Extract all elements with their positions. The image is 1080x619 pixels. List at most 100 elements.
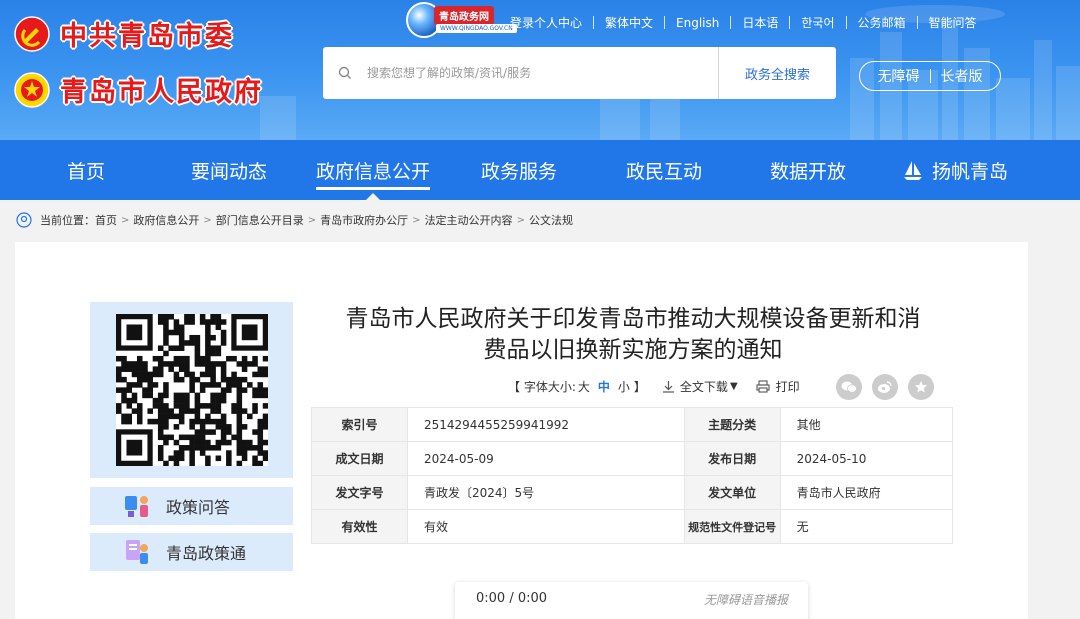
- chevron-right-icon: >: [412, 214, 421, 226]
- meta-key: 发文字号: [311, 475, 408, 510]
- wechat-share-icon[interactable]: [836, 374, 862, 400]
- chevron-right-icon: >: [307, 214, 317, 226]
- meta-value: 2024-05-09: [407, 441, 685, 476]
- nav-label: 扬帆青岛: [932, 160, 1009, 183]
- document-tools: 【 字体大小: 大 中 小 】 全文下载 ▼ 打印: [508, 378, 800, 395]
- breadcrumb-item[interactable]: 青岛市政府办公厅: [320, 212, 408, 228]
- location-icon: [16, 212, 32, 228]
- nav-label: 数据开放: [770, 160, 847, 183]
- meta-key: 发文单位: [683, 475, 781, 510]
- meta-key: 规范性文件登记号: [683, 509, 781, 544]
- meta-value: 2024-05-10: [779, 441, 954, 476]
- breadcrumb-item[interactable]: 公文法规: [529, 212, 573, 228]
- document-title-line: 青岛市人民政府关于印发青岛市推动大规模设备更新和消: [345, 306, 921, 332]
- meta-value: 无: [779, 509, 954, 544]
- print-button[interactable]: 打印: [756, 378, 800, 395]
- elder-mode-button[interactable]: 长者版: [941, 66, 983, 86]
- site-badge[interactable]: 青岛政务网 WWW.QINGDAO.GOV.CN: [406, 2, 517, 38]
- main-nav: 首页 要闻动态 政府信息公开 政务服务 政民互动 数据开放 扬帆青岛: [0, 140, 1080, 200]
- top-links: 登录个人中心 繁体中文 English 日本语 한국어 公务邮箱 智能问答: [510, 14, 977, 31]
- top-link-mail[interactable]: 公务邮箱: [858, 14, 906, 31]
- meta-key: 主题分类: [683, 407, 781, 442]
- qr-code-panel: [90, 302, 293, 478]
- document-title: 青岛市人民政府关于印发青岛市推动大规模设备更新和消 费品以旧换新实施方案的通知: [313, 304, 953, 366]
- nav-label: 政府信息公开: [316, 160, 431, 183]
- meta-value: 青政发〔2024〕5号: [407, 475, 685, 510]
- table-row: 有效性 有效 规范性文件登记号 无: [311, 509, 954, 544]
- accessibility-switch: 无障碍 长者版: [859, 61, 1001, 91]
- policy-qa-button[interactable]: 政策问答: [90, 487, 293, 525]
- site-badge-name: 青岛政务网: [434, 6, 494, 25]
- player-time: 0:00 / 0:00: [476, 591, 548, 606]
- player-tag: 无障碍语音播报: [703, 593, 788, 607]
- font-medium-button[interactable]: 中: [598, 378, 610, 395]
- chevron-right-icon: >: [203, 214, 212, 226]
- policy-pass-label: 青岛政策通: [166, 544, 247, 563]
- audio-player[interactable]: 0:00 / 0:00 无障碍语音播报: [455, 582, 808, 619]
- meta-key: 索引号: [311, 407, 408, 442]
- site-badge-url: WWW.QINGDAO.GOV.CN: [436, 24, 517, 33]
- printer-icon: [756, 380, 770, 393]
- meta-key: 发布日期: [683, 441, 781, 476]
- divider: [845, 16, 847, 29]
- policy-pass-button[interactable]: 青岛政策通: [90, 533, 293, 571]
- top-link-english[interactable]: English: [676, 16, 719, 30]
- nav-sail-qingdao[interactable]: 扬帆青岛: [902, 140, 1008, 200]
- gov-logo-text: 青岛市人民政府: [60, 77, 263, 108]
- top-link-japanese[interactable]: 日本语: [742, 14, 778, 31]
- search-input[interactable]: [367, 66, 712, 80]
- meta-value: 有效: [407, 509, 685, 544]
- breadcrumb-item[interactable]: 首页: [95, 212, 117, 228]
- breadcrumb-item[interactable]: 政府信息公开: [133, 212, 199, 228]
- nav-interaction[interactable]: 政民互动: [626, 140, 702, 200]
- divider: [730, 16, 732, 29]
- chevron-right-icon: >: [516, 214, 525, 226]
- breadcrumb-item[interactable]: 法定主动公开内容: [425, 212, 513, 228]
- qr-code-icon: [115, 314, 268, 466]
- search-button[interactable]: 政务全搜索: [718, 47, 836, 99]
- divider: [593, 16, 595, 29]
- font-small-button[interactable]: 小: [618, 378, 630, 395]
- divider: [789, 16, 791, 29]
- top-link-korean[interactable]: 한국어: [801, 14, 834, 31]
- nav-gov-info[interactable]: 政府信息公开: [316, 140, 431, 200]
- favorite-star-icon[interactable]: [908, 374, 934, 400]
- nav-label: 政民互动: [626, 160, 703, 183]
- download-button[interactable]: 全文下载 ▼: [662, 378, 738, 395]
- download-label: 全文下载: [679, 380, 728, 394]
- table-row: 成文日期 2024-05-09 发布日期 2024-05-10: [311, 441, 954, 476]
- meta-value: 其他: [779, 407, 954, 442]
- font-size-close: 】: [633, 380, 646, 394]
- document-title-line: 费品以旧换新实施方案的通知: [483, 337, 783, 363]
- search-bar: 政务全搜索: [323, 47, 836, 99]
- print-label: 打印: [775, 380, 800, 394]
- nav-home[interactable]: 首页: [67, 140, 105, 200]
- active-underline: [316, 187, 431, 190]
- meta-value: 青岛市人民政府: [779, 475, 954, 510]
- chevron-right-icon: >: [121, 214, 130, 226]
- top-link-qa[interactable]: 智能问答: [929, 14, 977, 31]
- policy-qa-icon: [122, 490, 154, 522]
- gov-logo[interactable]: 青岛市人民政府: [14, 70, 263, 109]
- top-link-login[interactable]: 登录个人中心: [510, 14, 582, 31]
- nav-services[interactable]: 政务服务: [481, 140, 557, 200]
- breadcrumb-prefix: 当前位置：: [40, 214, 95, 227]
- national-emblem-icon: [14, 71, 50, 108]
- nav-open-data[interactable]: 数据开放: [770, 140, 846, 200]
- search-icon: [323, 66, 367, 80]
- barrier-free-button[interactable]: 无障碍: [878, 66, 920, 86]
- active-caret: [366, 193, 380, 200]
- top-link-traditional[interactable]: 繁体中文: [605, 14, 653, 31]
- policy-qa-label: 政策问答: [166, 498, 231, 517]
- font-large-button[interactable]: 大: [578, 378, 590, 395]
- divider: [929, 69, 931, 83]
- divider: [916, 16, 918, 29]
- weibo-share-icon[interactable]: [872, 374, 898, 400]
- table-row: 索引号 2514294455259941992 主题分类 其他: [311, 407, 954, 442]
- divider: [664, 16, 666, 29]
- breadcrumb-item[interactable]: 部门信息公开目录: [216, 212, 304, 228]
- party-logo[interactable]: 中共青岛市委: [14, 14, 234, 53]
- nav-news[interactable]: 要闻动态: [191, 140, 267, 200]
- site-header: 中共青岛市委 青岛市人民政府 青岛政务网 WWW.QINGDAO.GOV.CN …: [0, 0, 1080, 140]
- font-size-label: 【 字体大小:: [508, 380, 576, 394]
